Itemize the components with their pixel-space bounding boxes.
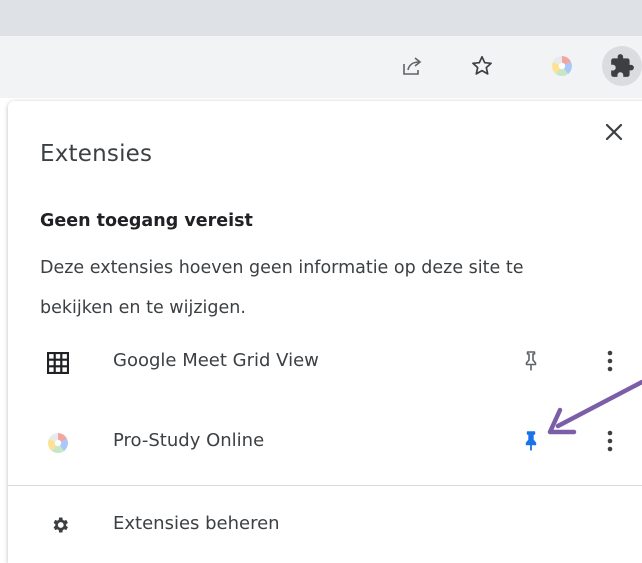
section-heading: Geen toegang vereist xyxy=(40,211,253,231)
gear-icon xyxy=(48,513,72,537)
close-icon xyxy=(605,123,623,145)
pro-study-online-toolbar-button[interactable] xyxy=(542,46,582,86)
extension-name: Pro-Study Online xyxy=(113,430,265,451)
section-description: Deze extensies hoeven geen informatie op… xyxy=(40,258,524,318)
star-icon xyxy=(470,54,494,78)
share-button[interactable] xyxy=(392,46,432,86)
grid-icon xyxy=(44,349,72,377)
extensions-menu xyxy=(8,101,642,563)
close-button[interactable] xyxy=(598,118,630,150)
extension-name: Google Meet Grid View xyxy=(113,350,319,371)
divider xyxy=(8,485,642,486)
bookmark-button[interactable] xyxy=(462,46,502,86)
annotation-arrow xyxy=(540,370,642,440)
menu-title: Extensies xyxy=(40,141,153,167)
pro-study-online-icon xyxy=(44,429,72,457)
pin-outline-icon xyxy=(523,350,539,376)
manage-extensions-button[interactable]: Extensies beheren xyxy=(8,497,642,553)
manage-extensions-label: Extensies beheren xyxy=(113,513,280,534)
tab-strip xyxy=(0,0,642,36)
pro-study-online-icon xyxy=(550,54,574,78)
browser-toolbar xyxy=(0,36,642,98)
share-icon xyxy=(400,54,424,78)
extensions-button[interactable] xyxy=(602,46,642,86)
pin-filled-icon xyxy=(523,430,539,456)
puzzle-icon xyxy=(609,53,635,79)
